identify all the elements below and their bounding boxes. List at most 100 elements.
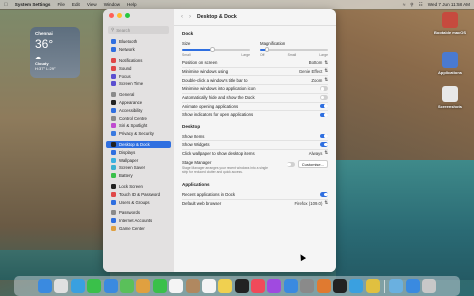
sidebar-item-battery[interactable]: Battery (103, 172, 174, 180)
size-slider[interactable]: Size Small Large (182, 41, 250, 57)
sidebar-item-accessibility[interactable]: Accessibility (103, 106, 174, 114)
menu-file[interactable]: File (58, 2, 65, 7)
size-label: Size (182, 41, 191, 46)
search-menu-icon[interactable]: ⚲ (410, 2, 413, 8)
desktop-icon-bootable[interactable]: Bootable macOS (430, 12, 470, 35)
desktop-icon-screenshots[interactable]: Screenshots (430, 86, 470, 109)
sidebar-item-network[interactable]: Network (103, 46, 174, 54)
setting-select-default-web-browser[interactable]: Firefox (109.0) ⇅ (294, 200, 328, 206)
sidebar-item-focus[interactable]: Focus (103, 72, 174, 80)
customise-button[interactable]: Customise... (297, 160, 328, 169)
reminders-icon[interactable] (201, 279, 216, 293)
setting-toggle-minimise-windows-into-application-icon[interactable] (320, 86, 328, 92)
control-centre-icon[interactable]: ☷ (419, 2, 423, 8)
magnification-knob[interactable] (264, 47, 270, 52)
sidebar-item-control-centre[interactable]: Control Centre (103, 114, 174, 122)
sidebar-item-touch-id-password[interactable]: Touch ID & Password (103, 190, 174, 198)
menu-edit[interactable]: Edit (72, 2, 80, 7)
close-button[interactable] (109, 13, 114, 18)
zoom-button[interactable] (125, 13, 130, 18)
calendar-icon[interactable] (169, 279, 184, 293)
wifi-icon[interactable]: ≈ (403, 2, 406, 7)
stage-manager-toggle[interactable] (286, 162, 295, 167)
maps-icon[interactable] (119, 279, 134, 293)
facetime-icon[interactable] (152, 279, 167, 293)
chevron-updown-icon: ⇅ (324, 77, 328, 83)
passwords-icon (111, 210, 116, 216)
chevron-updown-icon: ⇅ (324, 68, 328, 74)
sidebar-item-general[interactable]: General (103, 91, 174, 99)
sidebar-item-internet-accounts[interactable]: Internet Accounts (103, 217, 174, 225)
menu-help[interactable]: Help (127, 2, 136, 7)
downloads-icon[interactable] (405, 279, 420, 293)
setting-toggle-animate-opening-applications[interactable] (320, 103, 328, 109)
launchpad-icon[interactable] (54, 279, 69, 293)
chrome-icon[interactable] (365, 279, 380, 293)
forward-icon[interactable]: › (189, 14, 191, 20)
sidebar-item-appearance[interactable]: Appearance (103, 99, 174, 107)
sidebar-item-label: Passwords (119, 210, 141, 216)
system-settings-icon[interactable] (300, 279, 315, 293)
messages-icon[interactable] (87, 279, 102, 293)
setting-toggle-show-widgets[interactable] (320, 142, 328, 147)
setting-select-minimise-windows-using[interactable]: Genie Effect ⇅ (299, 68, 328, 74)
sidebar-item-game-center[interactable]: Game Center (103, 225, 174, 233)
search-input[interactable]: ⚲ Search (108, 26, 169, 34)
trash-icon[interactable] (421, 279, 436, 293)
weather-widget[interactable]: Chennai 36° ☁ Cloudy H:37° L:29° (30, 27, 80, 78)
setting-toggle-automatically-hide-and-show-the-dock[interactable] (320, 95, 328, 100)
setting-toggle-show-indicators-for-open-applications[interactable] (320, 112, 328, 118)
sidebar-item-privacy-security[interactable]: Privacy & Security (103, 130, 174, 138)
sidebar-item-displays[interactable]: Displays (103, 148, 174, 156)
mag-large-label: Large (319, 52, 328, 57)
firefox-icon[interactable] (316, 279, 331, 293)
app-store-icon[interactable] (283, 279, 298, 293)
sidebar-item-notifications[interactable]: Notifications (103, 57, 174, 65)
setting-select-double-click-a-window-s-title-bar-to[interactable]: Zoom ⇅ (311, 77, 328, 83)
setting-value: Always (308, 150, 323, 156)
menu-app-name[interactable]: System Settings (15, 2, 51, 7)
setting-toggle-show-items[interactable] (320, 133, 328, 139)
photos-icon[interactable] (136, 279, 151, 293)
sidebar-item-sound[interactable]: Sound (103, 64, 174, 72)
folder-icon[interactable] (389, 279, 404, 293)
mag-off-label: Off (260, 52, 265, 57)
contacts-icon[interactable] (185, 279, 200, 293)
setting-row-minimise-windows-into-application-icon: Minimise windows into application icon (174, 85, 336, 93)
setting-toggle-recent-applications-in-dock[interactable] (320, 192, 328, 197)
menu-clock[interactable]: Wed 7 Jun 11:58 AM (428, 2, 470, 7)
magnification-track[interactable] (260, 47, 328, 52)
magnification-slider[interactable]: Magnification Off Small Large (260, 41, 328, 57)
mail-icon[interactable] (103, 279, 118, 293)
weather-temperature: 36° (35, 37, 54, 51)
setting-select-position-on-screen[interactable]: Bottom ⇅ (309, 60, 328, 66)
sidebar-item-users-groups[interactable]: Users & Groups (103, 198, 174, 206)
back-icon[interactable]: ‹ (181, 14, 183, 20)
telegram-icon[interactable] (349, 279, 364, 293)
notes-icon[interactable] (218, 279, 233, 293)
menu-view[interactable]: View (87, 2, 97, 7)
desktop-icon-applications[interactable]: Applications (430, 52, 470, 75)
tv-icon[interactable] (234, 279, 249, 293)
music-icon[interactable] (251, 279, 266, 293)
setting-select-click-wallpaper-to-show-desktop-items[interactable]: Always ⇅ (309, 150, 328, 156)
sidebar-item-lock-screen[interactable]: Lock Screen (103, 183, 174, 191)
safari-icon[interactable] (70, 279, 85, 293)
podcasts-icon[interactable] (267, 279, 282, 293)
sidebar-item-wallpaper[interactable]: Wallpaper (103, 156, 174, 164)
desktop-icon-label: Applications (437, 70, 462, 75)
sidebar-item-screen-saver[interactable]: Screen Saver (103, 164, 174, 172)
sidebar-item-screen-time[interactable]: Screen Time (103, 80, 174, 88)
sidebar-item-bluetooth[interactable]: Bluetooth (103, 38, 174, 46)
terminal-icon[interactable] (333, 279, 348, 293)
apple-menu-icon[interactable]:  (4, 2, 8, 8)
sidebar-item-siri-spotlight[interactable]: Siri & Spotlight (103, 122, 174, 130)
size-track[interactable] (182, 47, 250, 52)
sidebar-item-label: Wallpaper (119, 157, 139, 163)
minimise-button[interactable] (117, 13, 122, 18)
size-knob[interactable] (210, 47, 215, 52)
finder-icon[interactable] (38, 279, 53, 293)
sidebar-item-passwords[interactable]: Passwords (103, 209, 174, 217)
menu-window[interactable]: Window (104, 2, 120, 7)
sidebar-item-desktop-dock[interactable]: Desktop & Dock (106, 140, 171, 149)
